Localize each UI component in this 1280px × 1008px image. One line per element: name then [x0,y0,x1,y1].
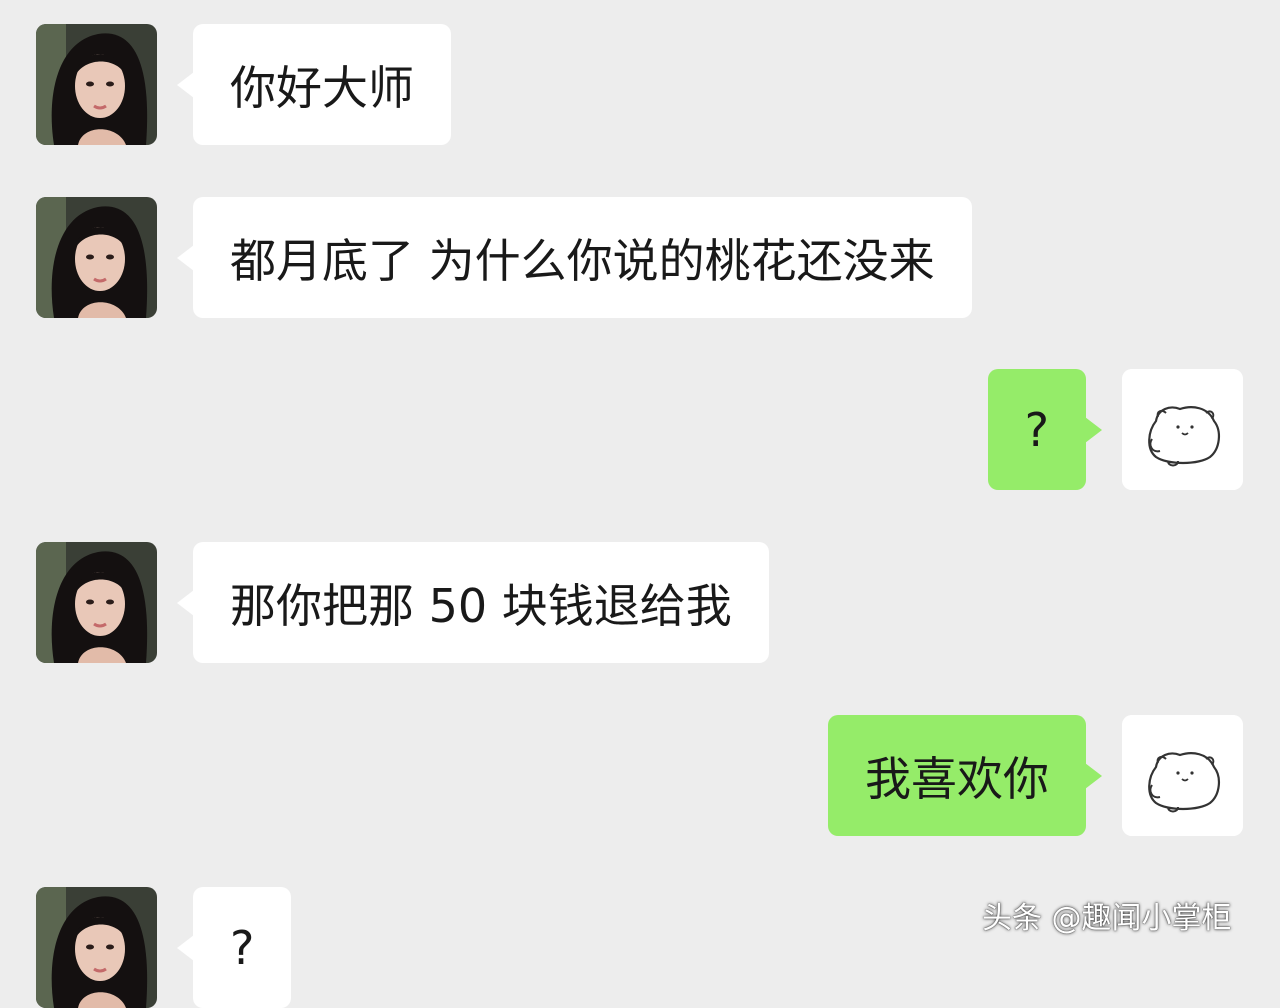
girl-portrait-icon [36,887,157,1008]
girl-portrait-icon [36,24,157,145]
message-bubble-incoming[interactable]: 都月底了 为什么你说的桃花还没来 [177,197,972,318]
contact-avatar[interactable] [36,197,157,318]
girl-portrait-icon [36,197,157,318]
cartoon-bear-sketch-icon [1122,715,1243,836]
contact-avatar[interactable] [36,542,157,663]
cartoon-bear-sketch-icon [1122,369,1243,490]
message-bubble-incoming[interactable]: 那你把那 50 块钱退给我 [177,542,769,663]
message-bubble-outgoing[interactable]: 我喜欢你 [828,715,1102,836]
message-text: 那你把那 50 块钱退给我 [230,578,732,633]
message-bubble-outgoing[interactable]: ? [987,369,1103,490]
user-avatar[interactable] [1122,715,1243,836]
message-text: 你好大师 [230,60,414,115]
watermark-text: 头条 @趣闻小掌柜 [982,901,1232,936]
message-bubble-incoming[interactable]: 你好大师 [177,24,451,145]
message-text: 我喜欢你 [865,751,1049,806]
contact-avatar[interactable] [36,24,157,145]
message-text: ? [230,920,255,975]
message-bubble-incoming[interactable]: ? [176,887,292,1008]
contact-avatar[interactable] [36,887,157,1008]
message-text: 都月底了 为什么你说的桃花还没来 [230,233,935,288]
girl-portrait-icon [36,542,157,663]
message-text: ? [1024,402,1049,457]
user-avatar[interactable] [1122,369,1243,490]
chat-area: 你好大师 都月底了 为什么你说的桃花还没来 ? 那你把那 50 块钱退给我 我喜… [0,0,1280,1008]
